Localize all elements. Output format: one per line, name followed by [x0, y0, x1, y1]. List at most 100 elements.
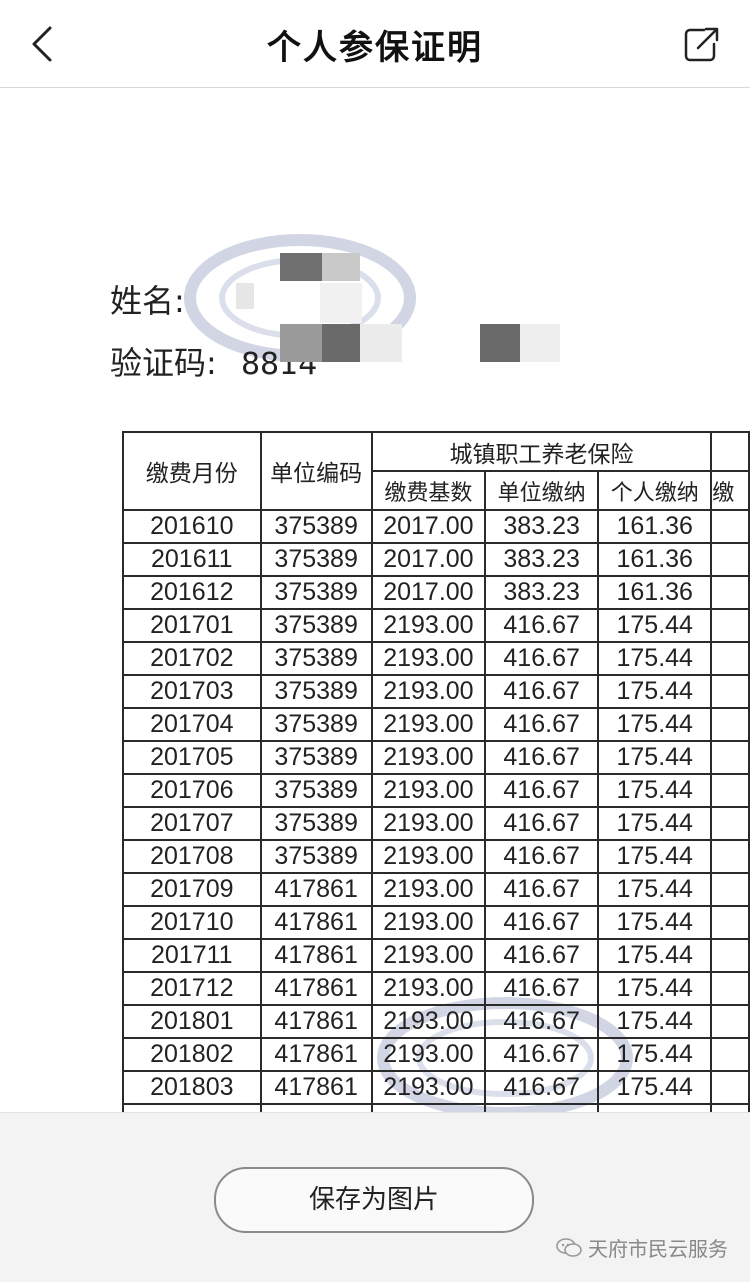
watermark-text: 天府市民云服务: [588, 1237, 728, 1261]
table-row: 201803 417861 2193.00 416.67 175.44: [122, 1070, 750, 1105]
cell-next-partial: [710, 608, 750, 643]
cell-unit-code: 417861: [259, 905, 373, 940]
cell-payment-month: 201701: [122, 608, 262, 643]
cell-next-partial: [710, 971, 750, 1006]
cell-payment-month: 201706: [122, 773, 262, 808]
cell-unit-code: 417861: [259, 1037, 373, 1072]
cell-unit-code: 375389: [259, 542, 373, 577]
cell-empty: [370, 1103, 487, 1112]
cell-unit-payment: 416.67: [484, 905, 600, 940]
cell-personal-payment: 175.44: [597, 773, 713, 808]
cell-unit-payment: 383.23: [484, 542, 600, 577]
cell-personal-payment: 175.44: [597, 1004, 713, 1039]
cell-unit-code: 417861: [259, 872, 373, 907]
cell-personal-payment: 175.44: [597, 674, 713, 709]
cell-unit-payment: 416.67: [484, 1070, 600, 1105]
cell-payment-month: 201710: [122, 905, 262, 940]
cell-personal-payment: 161.36: [597, 575, 713, 610]
cell-contribution-base: 2193.00: [370, 608, 487, 643]
cell-unit-payment: 416.67: [484, 806, 600, 841]
cell-unit-payment: 416.67: [484, 641, 600, 676]
cell-payment-month: 201702: [122, 641, 262, 676]
cell-next-partial: [710, 905, 750, 940]
bottom-bar: 保存为图片 天府市民云服务: [0, 1112, 750, 1282]
table-row: 201712 417861 2193.00 416.67 175.44: [122, 971, 750, 1006]
cell-unit-payment: 416.67: [484, 1037, 600, 1072]
cell-unit-code: 375389: [259, 773, 373, 808]
cell-personal-payment: 175.44: [597, 839, 713, 874]
table-row: 201612 375389 2017.00 383.23 161.36: [122, 575, 750, 610]
cell-unit-payment: 416.67: [484, 938, 600, 973]
cell-personal-payment: 175.44: [597, 872, 713, 907]
cell-unit-payment: 416.67: [484, 707, 600, 742]
header-pension-insurance: 城镇职工养老保险: [370, 431, 713, 472]
cell-next-partial: [710, 872, 750, 907]
cell-payment-month: 201705: [122, 740, 262, 775]
table-row: 201705 375389 2193.00 416.67 175.44: [122, 740, 750, 775]
cell-empty: [259, 1103, 373, 1112]
cell-payment-month: 201703: [122, 674, 262, 709]
cell-unit-code: 375389: [259, 674, 373, 709]
cell-unit-code: 375389: [259, 608, 373, 643]
cell-next-partial: [710, 575, 750, 610]
header-personal-payment: 个人缴纳: [597, 470, 713, 511]
cell-contribution-base: 2017.00: [370, 542, 487, 577]
privacy-mask: [320, 283, 362, 323]
cell-personal-payment: 175.44: [597, 1070, 713, 1105]
cell-payment-month: 201801: [122, 1004, 262, 1039]
cell-unit-payment: 416.67: [484, 608, 600, 643]
cell-payment-month: 201610: [122, 509, 262, 544]
cell-unit-payment: 416.67: [484, 773, 600, 808]
cell-unit-code: 417861: [259, 938, 373, 973]
header-payment-month: 缴费月份: [122, 431, 262, 511]
cell-contribution-base: 2193.00: [370, 773, 487, 808]
privacy-mask: [322, 253, 360, 281]
cell-contribution-base: 2193.00: [370, 872, 487, 907]
cell-empty: [484, 1103, 600, 1112]
cell-empty: [122, 1103, 262, 1112]
cell-next-partial: [710, 707, 750, 742]
share-icon: [684, 27, 719, 62]
watermark: 天府市民云服务: [556, 1233, 728, 1262]
cell-contribution-base: 2193.00: [370, 740, 487, 775]
table-row: 201704 375389 2193.00 416.67 175.44: [122, 707, 750, 742]
cell-payment-month: 201707: [122, 806, 262, 841]
certificate-document: 姓名: 验证码: 8814 缴费月份 单位编码 城镇职工养老保险 缴费基数 单位…: [0, 88, 750, 1112]
privacy-mask: [236, 283, 254, 309]
cell-unit-payment: 383.23: [484, 509, 600, 544]
privacy-mask: [322, 324, 360, 362]
cell-payment-month: 201803: [122, 1070, 262, 1105]
privacy-mask: [480, 324, 520, 362]
cell-contribution-base: 2193.00: [370, 674, 487, 709]
save-as-image-button[interactable]: 保存为图片: [214, 1167, 534, 1233]
header-unit-payment: 单位缴纳: [484, 470, 600, 511]
cell-personal-payment: 175.44: [597, 905, 713, 940]
header-next-group: [710, 431, 750, 472]
table-row: 201709 417861 2193.00 416.67 175.44: [122, 872, 750, 907]
cell-next-partial: [710, 740, 750, 775]
cell-empty: [597, 1103, 713, 1112]
table-row: 201610 375389 2017.00 383.23 161.36: [122, 509, 750, 544]
privacy-mask: [280, 253, 322, 281]
cell-unit-code: 417861: [259, 1004, 373, 1039]
table-row: 201611 375389 2017.00 383.23 161.36: [122, 542, 750, 577]
cell-contribution-base: 2193.00: [370, 905, 487, 940]
cell-personal-payment: 175.44: [597, 608, 713, 643]
cell-personal-payment: 175.44: [597, 1037, 713, 1072]
cell-unit-payment: 416.67: [484, 740, 600, 775]
cell-unit-payment: 383.23: [484, 575, 600, 610]
cell-unit-code: 375389: [259, 575, 373, 610]
table-row: 201710 417861 2193.00 416.67 175.44: [122, 905, 750, 940]
cell-unit-payment: 416.67: [484, 971, 600, 1006]
table-row: 201707 375389 2193.00 416.67 175.44: [122, 806, 750, 841]
cell-unit-payment: 416.67: [484, 872, 600, 907]
privacy-mask: [280, 324, 322, 362]
cell-next-partial: [710, 1037, 750, 1072]
cell-unit-code: 417861: [259, 1070, 373, 1105]
cell-contribution-base: 2017.00: [370, 575, 487, 610]
page-title: 个人参保证明: [267, 28, 483, 68]
cell-unit-code: 417861: [259, 971, 373, 1006]
cell-empty: [710, 1103, 750, 1112]
share-button[interactable]: [682, 24, 722, 64]
cell-contribution-base: 2193.00: [370, 839, 487, 874]
